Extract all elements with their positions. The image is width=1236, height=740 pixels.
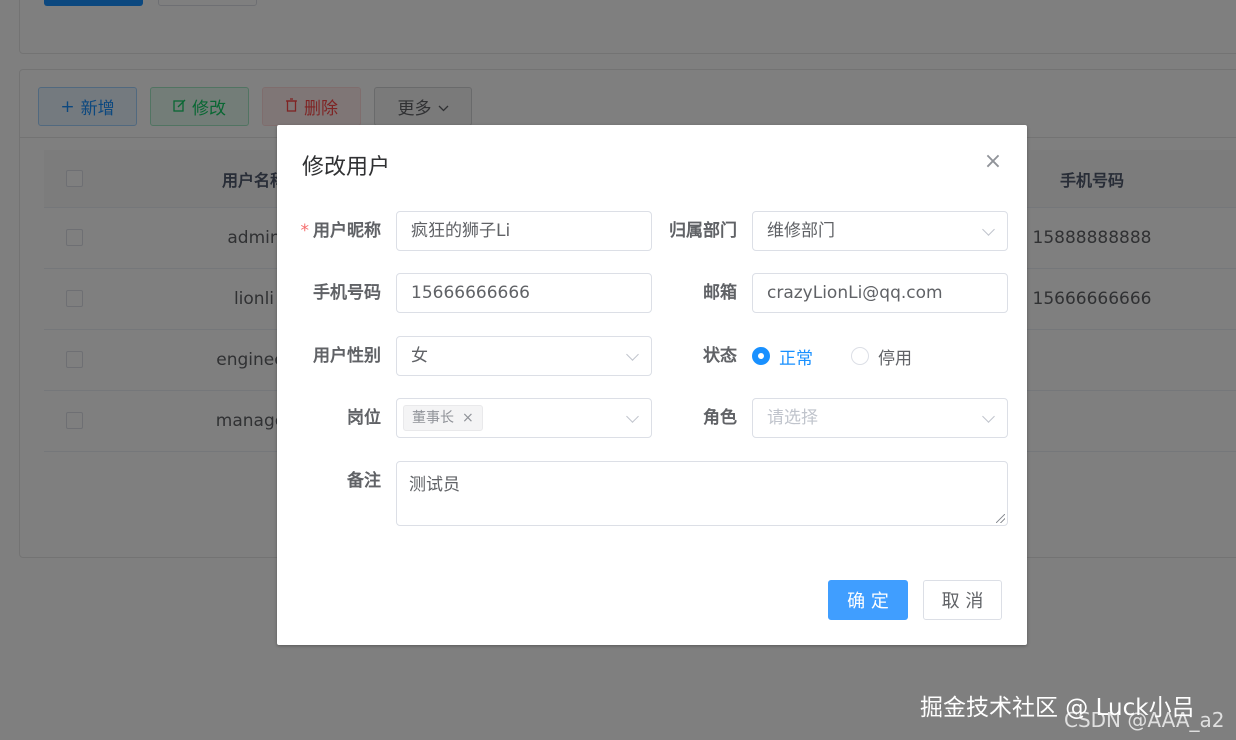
role-label: 角色 (703, 408, 737, 428)
chevron-down-icon (982, 410, 995, 423)
gender-label: 用户性别 (313, 346, 381, 366)
confirm-button[interactable]: 确 定 (828, 580, 908, 620)
role-select[interactable]: 请选择 (752, 398, 1008, 438)
email-input[interactable]: crazyLionLi@qq.com (752, 273, 1008, 313)
required-mark: * (300, 221, 310, 241)
resize-handle-icon[interactable] (996, 514, 1005, 523)
dialog-title: 修改用户 (302, 155, 391, 180)
tag-close-icon[interactable]: × (462, 406, 474, 430)
post-label: 岗位 (347, 408, 381, 428)
remark-textarea[interactable]: 测试员 (396, 461, 1008, 526)
status-radio-normal[interactable]: 正常 (752, 344, 813, 369)
post-select[interactable]: 董事长 × (396, 398, 652, 438)
gender-select[interactable]: 女 (396, 336, 652, 376)
status-radio-group: 正常 停用 (752, 336, 950, 376)
cancel-button[interactable]: 取 消 (923, 580, 1002, 620)
nickname-input[interactable]: 疯狂的狮子Li (396, 211, 652, 251)
status-radio-disabled[interactable]: 停用 (851, 344, 912, 369)
radio-unchecked-icon (851, 347, 869, 365)
remark-label: 备注 (347, 471, 381, 491)
close-icon[interactable]: × (981, 151, 1005, 175)
chevron-down-icon (982, 223, 995, 236)
dept-select[interactable]: 维修部门 (752, 211, 1008, 251)
email-label: 邮箱 (703, 283, 737, 303)
radio-checked-icon (752, 347, 770, 365)
phone-input[interactable]: 15666666666 (396, 273, 652, 313)
watermark-csdn: CSDN @AAA_a2 (1064, 708, 1225, 732)
dept-label: 归属部门 (669, 221, 737, 241)
edit-user-dialog: 修改用户 × * 用户昵称 疯狂的狮子Li 归属部门 维修部门 手机号码 1566… (277, 125, 1027, 645)
post-tag: 董事长 × (403, 405, 483, 431)
phone-label: 手机号码 (313, 283, 381, 303)
status-label: 状态 (703, 346, 737, 366)
nickname-label: * 用户昵称 (300, 221, 382, 241)
